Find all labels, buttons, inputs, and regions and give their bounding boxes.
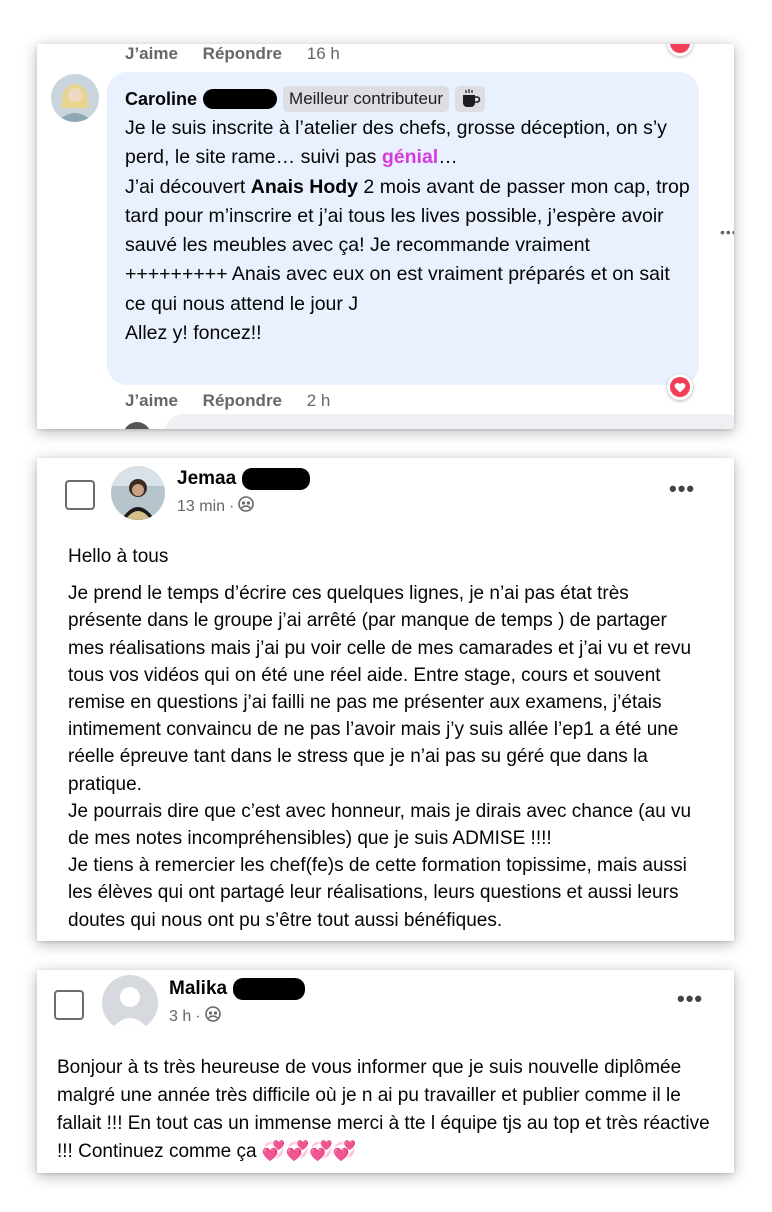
select-checkbox[interactable] (65, 480, 95, 510)
group-audience-icon (204, 1006, 221, 1027)
comment-timestamp: 16 h (306, 44, 340, 63)
separator-dot: · (195, 1007, 201, 1025)
author-row: Jemaa (177, 468, 311, 490)
post-header: Jemaa 13 min · (177, 468, 311, 517)
post-card-jemaa: Jemaa 13 min · ••• Hello à tous Je prend… (37, 458, 734, 941)
group-audience-icon (238, 496, 255, 517)
comment-text: Je le suis inscrite à l’atelier des chef… (125, 114, 695, 348)
post-body: Bonjour à ts très heureuse de vous infor… (57, 1054, 717, 1166)
more-dots-icon[interactable]: ••• (677, 986, 703, 1012)
like-button[interactable]: J’aime (125, 44, 178, 63)
avatar[interactable] (111, 466, 165, 520)
post-meta: 3 h · (169, 1006, 305, 1027)
author-name[interactable]: Malika (169, 978, 227, 1000)
coffee-cup-icon (455, 86, 486, 112)
post-timestamp[interactable]: 13 min (177, 498, 225, 516)
author-name[interactable]: Jemaa (177, 468, 236, 490)
comment-bubble: Caroline Meilleur contributeur Je le sui… (107, 72, 699, 385)
comment-actions: J’aime Répondre 2 h (125, 391, 350, 411)
reply-bubble-partial (165, 414, 734, 429)
like-button[interactable]: J’aime (125, 391, 178, 410)
tagged-name[interactable]: Anais Hody (251, 176, 358, 198)
more-options-icon[interactable]: ••• (720, 224, 734, 240)
avatar (123, 422, 151, 429)
top-contributor-badge[interactable]: Meilleur contributeur (283, 86, 450, 112)
comment-timestamp: 2 h (306, 391, 331, 410)
author-row: Malika (169, 978, 306, 1000)
redacted-surname (233, 978, 306, 1000)
post-paragraph: Bonjour à ts très heureuse de vous infor… (57, 1057, 710, 1162)
comment-text-part: 2 mois avant de passer mon cap, trop tar… (125, 175, 690, 345)
reply-button[interactable]: Répondre (203, 391, 282, 410)
comment-card-caroline: J’aime Répondre 16 h Caroline Meilleur c… (37, 44, 734, 429)
comment-author-row: Caroline Meilleur contributeur (125, 84, 486, 114)
post-body: Hello à tous Je prend le temps d’écrire … (68, 543, 708, 934)
post-paragraph: Je prend le temps d’écrire ces quelques … (68, 583, 692, 931)
select-checkbox[interactable] (54, 990, 84, 1020)
heart-reaction-icon[interactable] (667, 374, 693, 400)
heart-reaction-icon[interactable] (667, 44, 693, 56)
more-dots-icon[interactable]: ••• (669, 476, 695, 502)
redacted-surname (242, 468, 311, 490)
previous-comment-actions: J’aime Répondre 16 h (125, 44, 360, 64)
post-timestamp[interactable]: 3 h (169, 1008, 191, 1026)
separator-dot: · (229, 497, 235, 515)
avatar[interactable] (51, 74, 99, 122)
post-paragraph: Hello à tous (68, 546, 169, 567)
reply-button[interactable]: Répondre (203, 44, 282, 63)
redacted-surname (203, 89, 278, 109)
avatar[interactable] (102, 975, 158, 1031)
post-meta: 13 min · (177, 496, 310, 517)
post-header: Malika 3 h · (169, 978, 306, 1027)
highlighted-word: génial (381, 146, 439, 169)
post-card-malika: Malika 3 h · ••• Bonjour à ts très heure… (37, 970, 734, 1173)
author-name[interactable]: Caroline (125, 89, 197, 110)
